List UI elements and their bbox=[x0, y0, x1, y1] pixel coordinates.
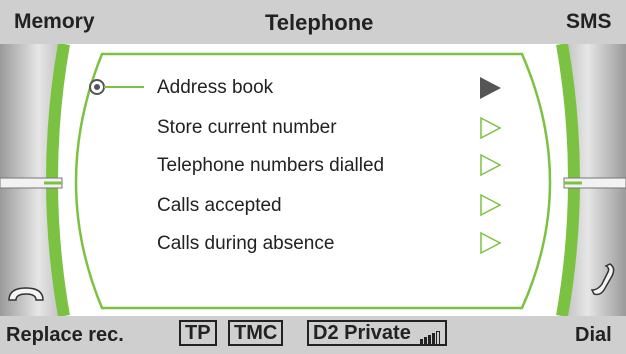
header-bar: Memory Telephone SMS bbox=[0, 0, 626, 44]
display-frame bbox=[0, 42, 626, 318]
signal-strength-icon bbox=[420, 323, 441, 345]
arrow-right-icon bbox=[480, 193, 502, 217]
menu-item-telephone-numbers-dialled[interactable]: Telephone numbers dialled bbox=[157, 155, 384, 177]
status-bar: Replace rec. TP TMC D2 Private Dial bbox=[0, 316, 626, 354]
sms-softkey[interactable]: SMS bbox=[566, 10, 612, 34]
menu-item-calls-during-absence[interactable]: Calls during absence bbox=[157, 233, 334, 255]
tmc-badge: TMC bbox=[228, 320, 284, 346]
arrow-right-filled-icon bbox=[480, 77, 501, 99]
menu-item-address-book[interactable]: Address book bbox=[157, 77, 273, 99]
page-title: Telephone bbox=[265, 10, 374, 35]
replace-rec-softkey[interactable]: Replace rec. bbox=[6, 324, 124, 347]
telephone-screen: Memory Telephone SMS Address book Store … bbox=[0, 0, 626, 354]
selection-cursor-icon bbox=[89, 79, 144, 95]
menu-item-store-current-number[interactable]: Store current number bbox=[157, 117, 337, 139]
network-name: D2 Private bbox=[313, 322, 411, 344]
hang-up-phone-icon[interactable] bbox=[6, 282, 46, 306]
memory-softkey[interactable]: Memory bbox=[14, 10, 95, 34]
menu-item-calls-accepted[interactable]: Calls accepted bbox=[157, 195, 282, 217]
network-indicator: D2 Private bbox=[307, 320, 448, 346]
dial-softkey[interactable]: Dial bbox=[575, 324, 612, 347]
arrow-right-icon bbox=[480, 153, 502, 177]
tp-badge: TP bbox=[179, 320, 217, 346]
pick-up-phone-icon[interactable] bbox=[588, 260, 618, 300]
arrow-right-icon bbox=[480, 116, 502, 140]
arrow-right-icon bbox=[480, 231, 502, 255]
